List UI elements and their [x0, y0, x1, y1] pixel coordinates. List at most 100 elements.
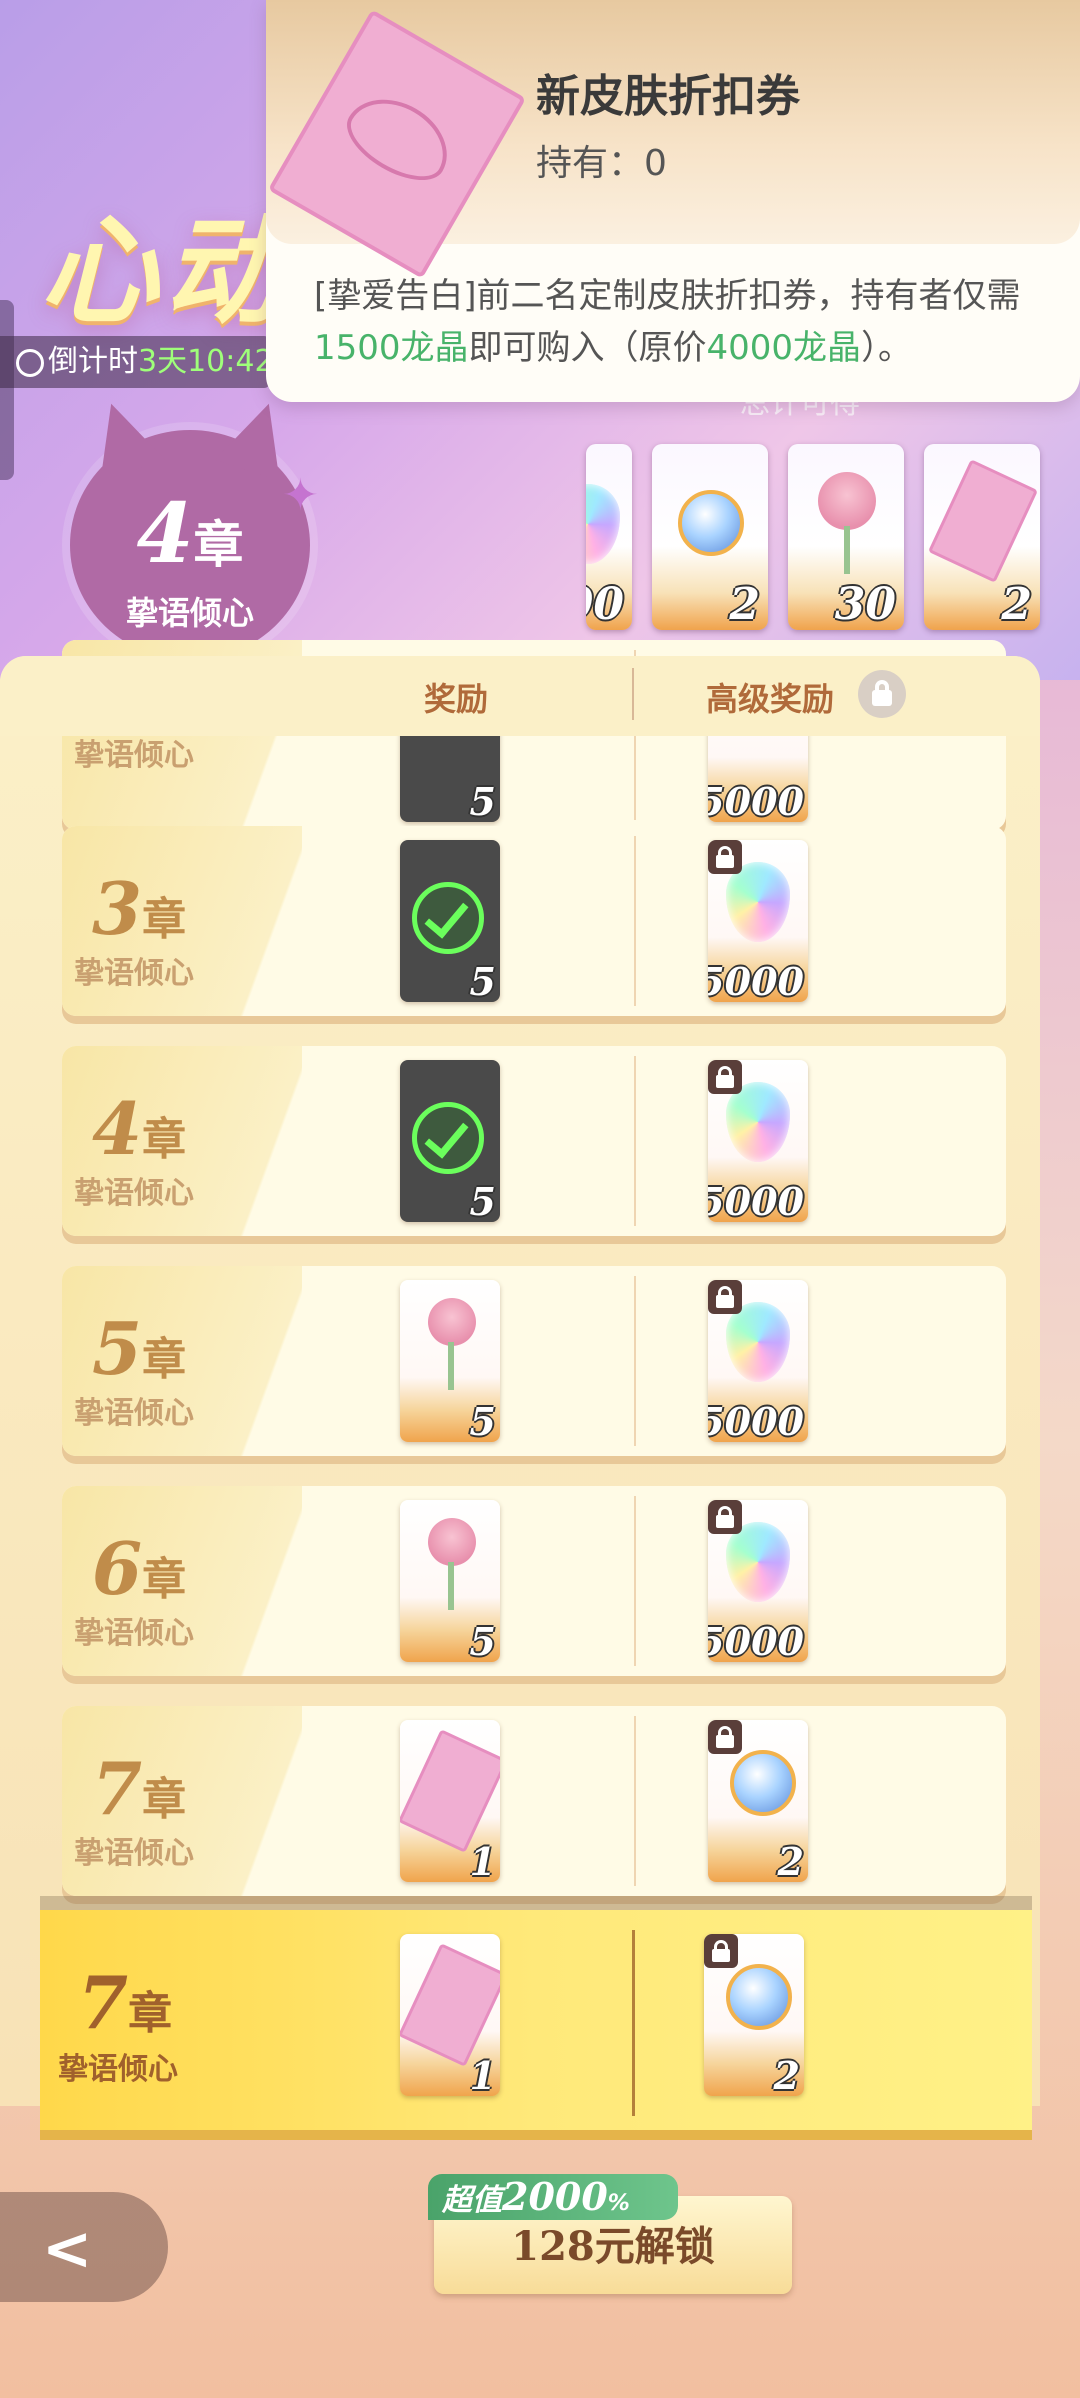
reward-row: 7章 挚语倾心 1 2 — [62, 1706, 1006, 1896]
reward-row: 5章 挚语倾心 5 5000 — [62, 1266, 1006, 1456]
reward-card[interactable]: 2 — [652, 444, 768, 630]
reward-card[interactable]: 30 — [788, 444, 904, 630]
row-divider — [634, 836, 636, 1006]
free-reward-item[interactable]: 1 — [400, 1720, 500, 1882]
event-title: 心动 — [40, 202, 289, 340]
chapter-number: 4章 — [136, 486, 244, 582]
side-handle[interactable] — [0, 300, 14, 480]
premium-reward-item[interactable]: 2 — [704, 1934, 804, 2096]
item-qty: 5 — [469, 1619, 496, 1662]
row-chapter-sub: 挚语倾心 — [74, 956, 194, 991]
sparkle-icon: ✦ — [282, 470, 319, 521]
item-qty: 5 — [469, 1179, 496, 1222]
row-chapter: 6章 — [92, 1526, 187, 1611]
ticket-icon — [400, 1943, 500, 2067]
premium-reward-item[interactable]: 5000 — [708, 1280, 808, 1442]
row-chapter-sub: 挚语倾心 — [74, 1176, 194, 1211]
chapter-subtitle: 挚语倾心 — [125, 594, 254, 632]
column-divider — [632, 668, 634, 720]
lock-icon — [858, 670, 906, 718]
check-icon — [412, 882, 484, 954]
reward-qty: 00 — [586, 579, 624, 630]
back-button[interactable]: < — [0, 2192, 168, 2302]
rose-stem — [448, 1562, 454, 1610]
row-chapter-sub: 挚语倾心 — [58, 2052, 178, 2087]
unlock-label: 128元解锁 — [511, 2223, 715, 2270]
item-qty: 2 — [777, 1839, 804, 1882]
item-qty: 2 — [773, 2053, 800, 2096]
row-chapter: 7章 — [78, 1960, 173, 2045]
row-chapter-sub: 挚语倾心 — [74, 738, 194, 773]
countdown-prefix: 倒计时 — [48, 344, 138, 379]
reward-row: 4章 挚语倾心 5 5000 — [62, 1046, 1006, 1236]
gem-icon — [726, 1302, 790, 1382]
row-divider — [632, 1930, 635, 2116]
premium-reward-item[interactable]: 5000 — [708, 840, 808, 1002]
row-divider — [634, 1276, 636, 1446]
padlock-icon — [704, 1934, 738, 1968]
rose-stem — [844, 526, 850, 574]
padlock-icon — [708, 840, 742, 874]
row-chapter-sub: 挚语倾心 — [74, 1616, 194, 1651]
premium-reward-item[interactable]: 5000 — [708, 1500, 808, 1662]
reward-card[interactable]: 2 — [924, 444, 1040, 630]
reward-qty: 2 — [1001, 579, 1032, 630]
item-qty: 5000 — [708, 1619, 804, 1662]
item-qty: 5 — [469, 1399, 496, 1442]
current-chapter-row: 7章 挚语倾心 1 2 — [40, 1910, 1032, 2130]
rose-icon — [818, 472, 876, 530]
row-chapter: 4章 — [92, 1086, 187, 1171]
row-divider — [634, 1496, 636, 1666]
column-reward: 奖励 — [424, 680, 489, 718]
tooltip-hold: 持有：0 — [536, 143, 667, 184]
row-divider — [634, 1056, 636, 1226]
item-qty: 5000 — [708, 779, 804, 822]
orb-icon — [678, 490, 744, 556]
padlock-icon — [708, 1720, 742, 1754]
free-reward-item[interactable]: 5 — [400, 840, 500, 1002]
free-reward-item[interactable]: 1 — [400, 1934, 500, 2096]
item-qty: 1 — [469, 2053, 496, 2096]
ticket-icon — [927, 459, 1039, 583]
padlock-icon — [708, 1500, 742, 1534]
reward-card[interactable]: 00 — [586, 444, 632, 630]
orb-icon — [730, 1750, 796, 1816]
item-qty: 5000 — [708, 1179, 804, 1222]
padlock-icon — [708, 1280, 742, 1314]
reward-qty: 30 — [834, 579, 896, 630]
gem-icon — [726, 862, 790, 942]
tooltip-description: [挚爱告白]前二名定制皮肤折扣券，持有者仅需1500龙晶即可购入（原价4000龙… — [314, 276, 1021, 368]
row-chapter-sub: 挚语倾心 — [74, 1836, 194, 1871]
item-qty: 5 — [469, 959, 496, 1002]
chapter-badge: 4章 挚语倾心 — [70, 430, 310, 660]
row-chapter: 7章 — [92, 1746, 187, 1831]
item-qty: 5 — [469, 779, 496, 822]
row-divider — [634, 1716, 636, 1886]
row-chapter-sub: 挚语倾心 — [74, 1396, 194, 1431]
chevron-left-icon: < — [42, 2214, 93, 2284]
orb-icon — [726, 1964, 792, 2030]
premium-reward-item[interactable]: 5000 — [708, 1060, 808, 1222]
row-chapter: 3章 — [92, 866, 187, 951]
clock-icon — [16, 349, 44, 377]
value-badge: 超值2000% — [428, 2174, 678, 2220]
free-reward-item[interactable]: 5 — [400, 1500, 500, 1662]
gem-icon — [586, 484, 620, 564]
rose-stem — [448, 1342, 454, 1390]
check-icon — [412, 1102, 484, 1174]
padlock-icon — [708, 1060, 742, 1094]
gem-icon — [726, 1082, 790, 1162]
item-qty: 5000 — [708, 959, 804, 1002]
reward-row: 6章 挚语倾心 5 5000 — [62, 1486, 1006, 1676]
reward-row: 3章 挚语倾心 5 5000 — [62, 826, 1006, 1016]
ticket-icon — [400, 1729, 500, 1853]
row-chapter: 5章 — [92, 1306, 187, 1391]
column-premium: 高级奖励 — [706, 680, 835, 718]
free-reward-item[interactable]: 5 — [400, 1060, 500, 1222]
gem-icon — [726, 1522, 790, 1602]
item-qty: 5000 — [708, 1399, 804, 1442]
premium-reward-item[interactable]: 2 — [708, 1720, 808, 1882]
rose-icon — [428, 1518, 476, 1566]
countdown-time: 3天10:42 — [138, 344, 270, 379]
free-reward-item[interactable]: 5 — [400, 1280, 500, 1442]
